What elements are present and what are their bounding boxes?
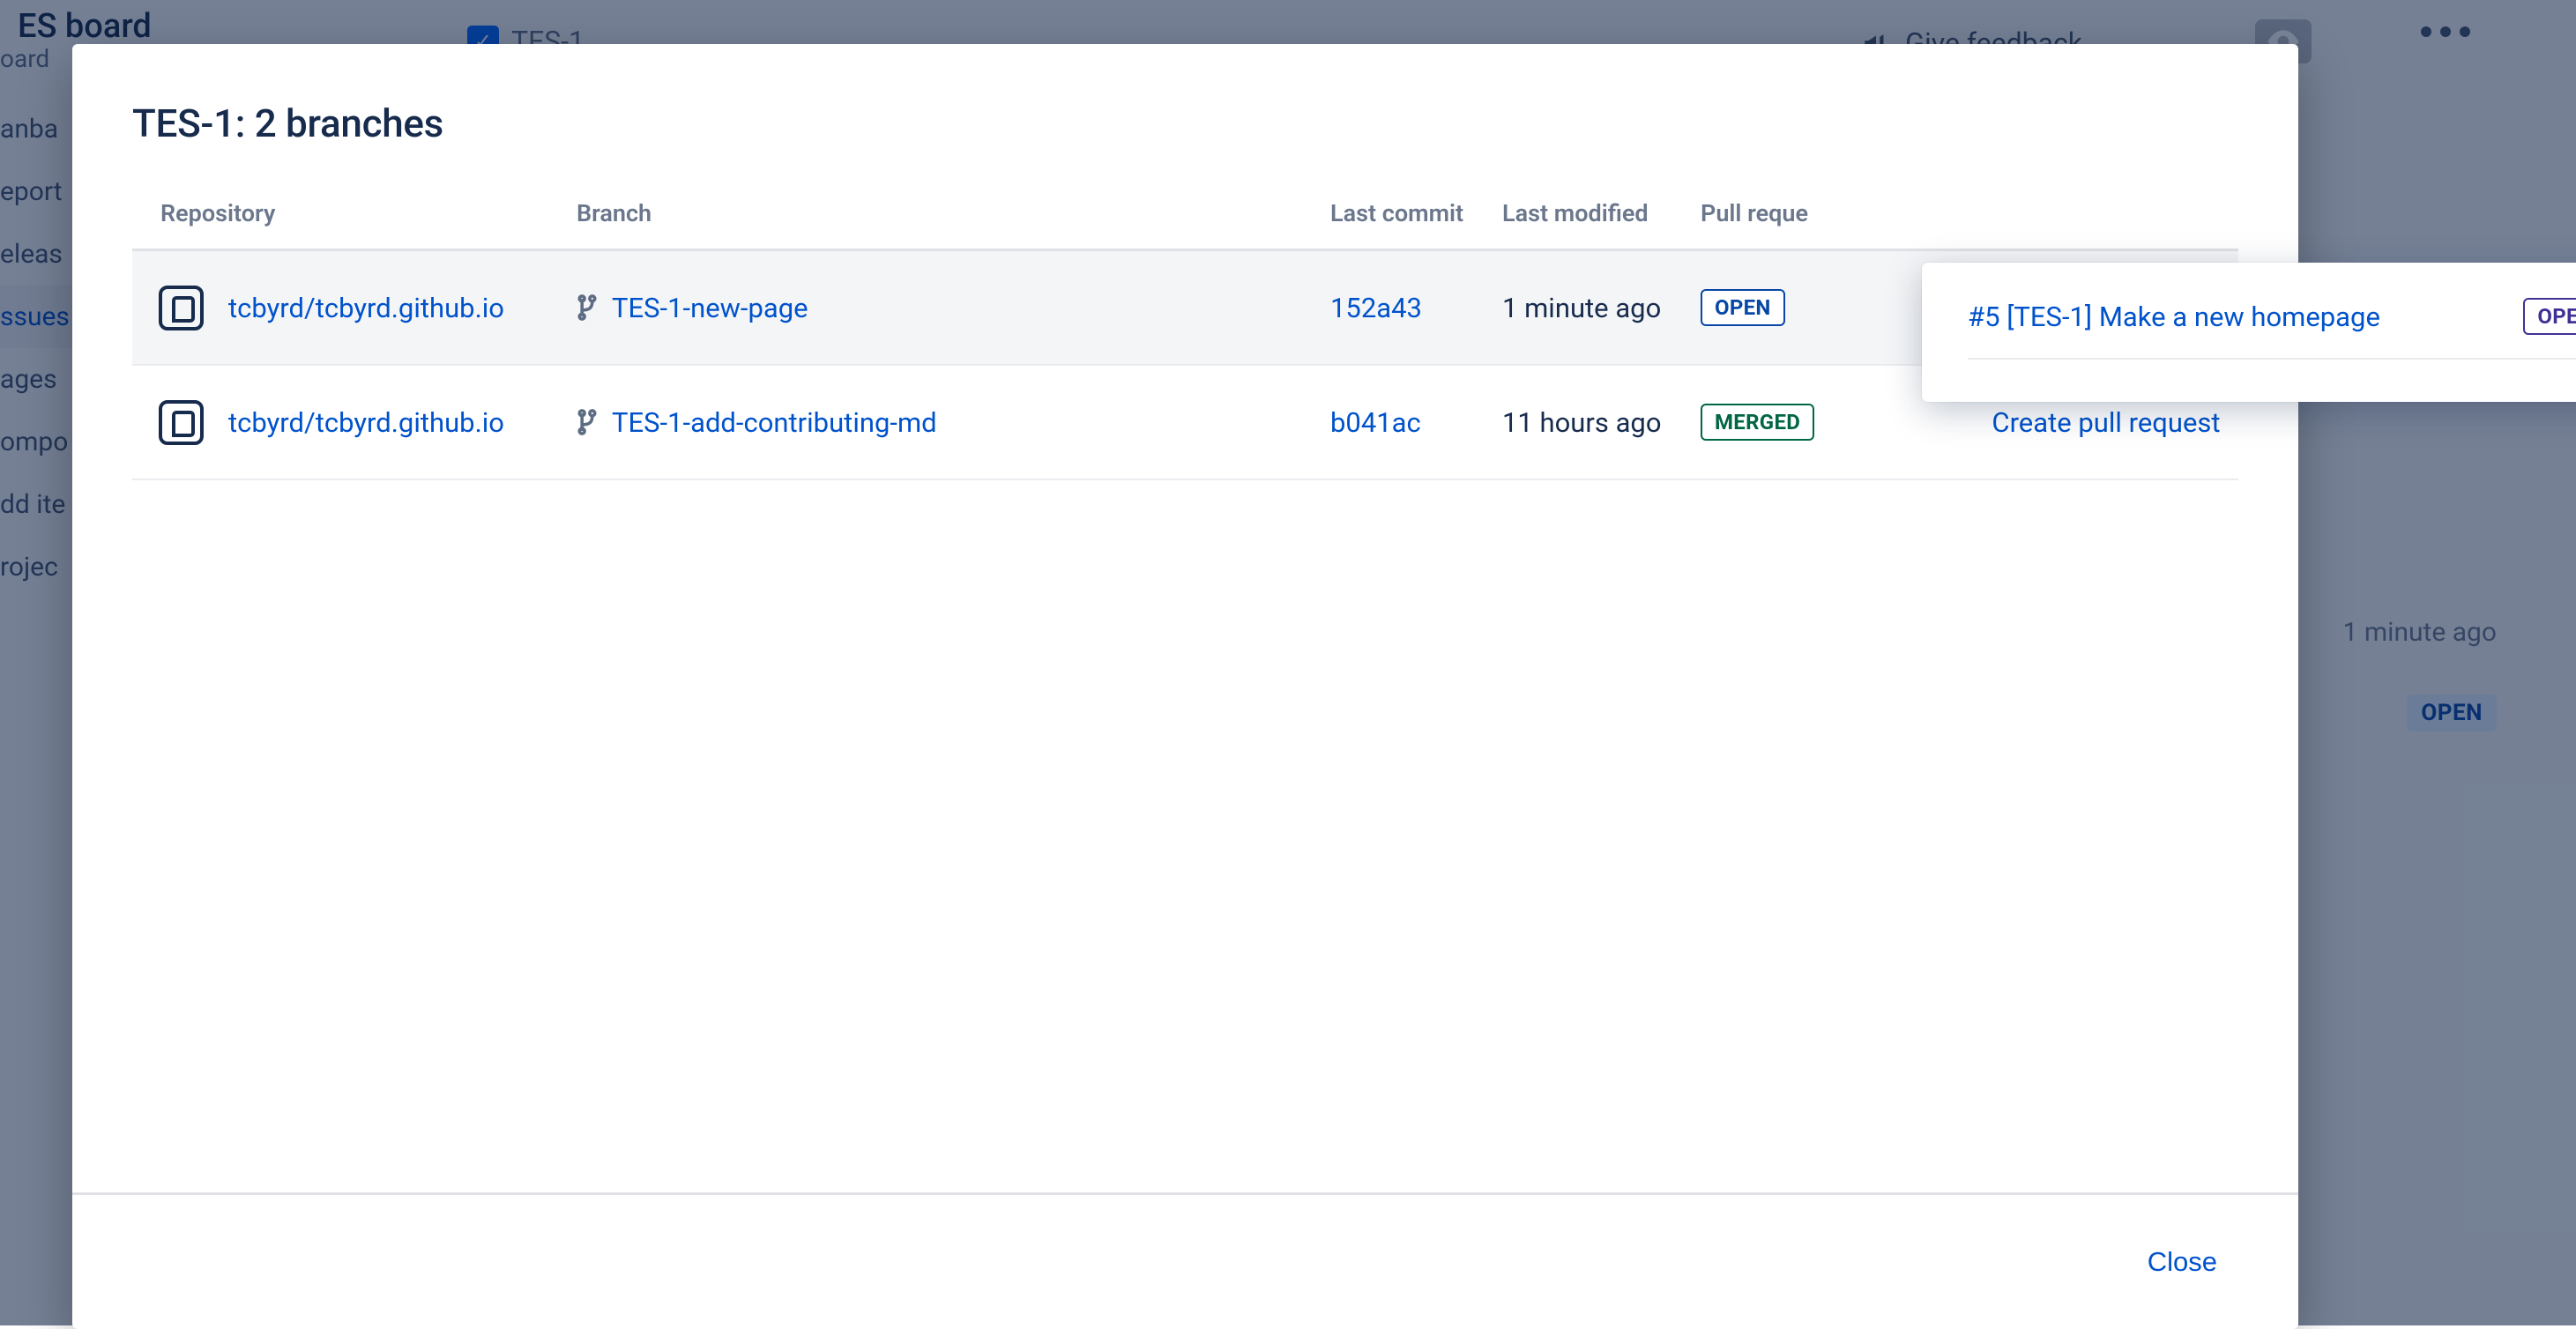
close-button[interactable]: Close <box>2126 1236 2238 1288</box>
branch-link[interactable]: TES-1-add-contributing-md <box>612 406 937 439</box>
repo-link[interactable]: tcbyrd/tcbyrd.github.io <box>228 406 504 439</box>
create-pr-link[interactable]: Create pull request <box>1992 406 2220 439</box>
commit-link[interactable]: 152a43 <box>1330 292 1422 324</box>
status-badge: OPEN <box>1701 289 1785 326</box>
status-badge: MERGED <box>1701 404 1814 441</box>
repo-link[interactable]: tcbyrd/tcbyrd.github.io <box>228 292 504 324</box>
col-repository: Repository <box>132 199 577 227</box>
modified-text: 1 minute ago <box>1502 292 1661 324</box>
col-last-modified: Last modified <box>1502 199 1701 227</box>
pr-status-badge: OPEN <box>2523 298 2576 335</box>
branch-link[interactable]: TES-1-new-page <box>612 292 808 324</box>
repo-icon <box>159 400 204 445</box>
commit-link[interactable]: b041ac <box>1330 406 1421 439</box>
col-pull-request: Pull reque <box>1701 199 1974 227</box>
repo-icon <box>159 286 204 330</box>
table-header: Repository Branch Last commit Last modif… <box>132 182 2238 251</box>
modified-text: 11 hours ago <box>1502 406 1662 439</box>
branch-icon <box>577 293 598 322</box>
branches-modal: TES-1: 2 branches Repository Branch Last… <box>72 44 2298 1329</box>
branch-icon <box>577 408 598 436</box>
pr-popover: #5 [TES-1] Make a new homepage OPEN <box>1922 263 2576 402</box>
pr-link[interactable]: #5 [TES-1] Make a new homepage <box>1968 301 2380 333</box>
col-branch: Branch <box>577 199 1330 227</box>
col-last-commit: Last commit <box>1330 199 1502 227</box>
modal-title: TES-1: 2 branches <box>132 100 2238 146</box>
